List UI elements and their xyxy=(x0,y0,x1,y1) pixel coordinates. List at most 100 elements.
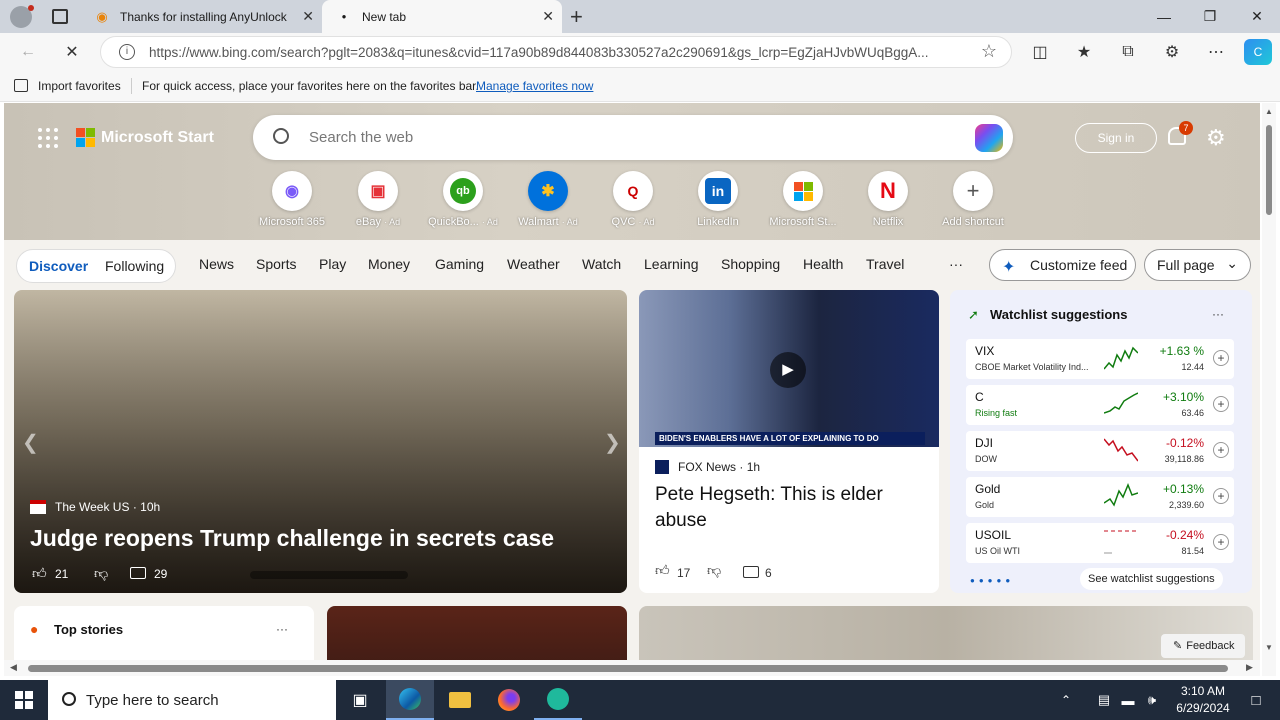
close-window-icon[interactable]: ✕ xyxy=(1234,0,1280,33)
volume-icon[interactable]: 🕪︎ xyxy=(1140,680,1164,720)
edge-icon[interactable] xyxy=(386,680,434,720)
shortcut-qvc[interactable]: Q QVC · Ad xyxy=(593,171,673,228)
nav-sports[interactable]: Sports xyxy=(256,256,296,272)
close-tab-icon[interactable]: ✕ xyxy=(542,8,554,25)
main-story-card[interactable]: ❮ ❯ The Week US · 10h Judge reopens Trum… xyxy=(14,290,627,593)
nav-more-button[interactable]: ··· xyxy=(949,256,963,272)
firefox-icon[interactable] xyxy=(485,680,533,720)
nav-weather[interactable]: Weather xyxy=(507,256,560,272)
story-headline[interactable]: Judge reopens Trump challenge in secrets… xyxy=(30,525,554,552)
shortcut-quickbooks[interactable]: qb QuickBo... · Ad xyxy=(423,171,503,228)
copilot-search-icon[interactable] xyxy=(975,124,1003,152)
tab-actions-icon[interactable] xyxy=(52,9,68,24)
favorites-icon[interactable]: ★ xyxy=(1070,39,1098,65)
show-hidden-icons[interactable]: ⌃ xyxy=(1054,680,1078,720)
nav-gaming[interactable]: Gaming xyxy=(435,256,484,272)
shortcut-walmart[interactable]: ✱ Walmart · Ad xyxy=(508,171,588,228)
comment-icon[interactable] xyxy=(743,566,759,578)
app-launcher-icon[interactable] xyxy=(38,128,58,148)
back-icon[interactable]: ← xyxy=(14,39,42,65)
add-to-watchlist-icon[interactable]: + xyxy=(1213,534,1229,550)
shortcut-microsoft-365[interactable]: ◉ Microsoft 365 xyxy=(252,171,332,228)
nav-money[interactable]: Money xyxy=(368,256,410,272)
layout-dropdown[interactable]: Full page ⌄ xyxy=(1144,249,1251,281)
task-view-icon[interactable]: ▣ xyxy=(336,680,384,720)
add-to-watchlist-icon[interactable]: + xyxy=(1213,350,1229,366)
restore-icon[interactable]: ❐ xyxy=(1187,0,1233,33)
favorite-star-icon[interactable]: ☆ xyxy=(981,41,997,62)
file-explorer-icon[interactable] xyxy=(436,680,484,720)
nav-health[interactable]: Health xyxy=(803,256,843,272)
copilot-icon[interactable]: C xyxy=(1244,39,1272,65)
vertical-scrollbar[interactable]: ▲ ▼ xyxy=(1262,103,1276,676)
sign-in-button[interactable]: Sign in xyxy=(1075,123,1157,153)
tab-discover[interactable]: Discover xyxy=(29,258,88,274)
address-bar[interactable]: i https://www.bing.com/search?pglt=2083&… xyxy=(100,36,1012,68)
wifi-status-icon[interactable]: ▬ xyxy=(1116,680,1140,720)
minimize-icon[interactable]: — xyxy=(1141,0,1187,33)
network-icon[interactable]: ▤ xyxy=(1092,680,1116,720)
customize-feed-button[interactable]: ✦ Customize feed xyxy=(989,249,1136,281)
tab-following[interactable]: Following xyxy=(105,258,164,274)
settings-gear-icon[interactable]: ⚙ xyxy=(1206,125,1226,151)
manage-favorites-link[interactable]: Manage favorites now xyxy=(476,79,593,93)
add-to-watchlist-icon[interactable]: + xyxy=(1213,396,1229,412)
stop-loading-icon[interactable]: ✕ xyxy=(58,39,86,65)
shortcut-linkedin[interactable]: in LinkedIn xyxy=(678,171,758,228)
nav-travel[interactable]: Travel xyxy=(866,256,904,272)
close-tab-icon[interactable]: ✕ xyxy=(302,8,314,25)
scrollbar-thumb[interactable] xyxy=(1266,125,1272,215)
anyunlock-icon[interactable] xyxy=(534,680,582,720)
carousel-dots[interactable] xyxy=(250,571,408,579)
add-to-watchlist-icon[interactable]: + xyxy=(1213,442,1229,458)
dislike-icon[interactable]: 👎︎ xyxy=(707,562,721,579)
collections-icon[interactable]: ⧉ xyxy=(1114,39,1142,65)
nav-watch[interactable]: Watch xyxy=(582,256,621,272)
scroll-left-icon[interactable]: ◀ xyxy=(10,662,17,673)
tab-new-tab[interactable]: ● New tab ✕ xyxy=(322,0,562,33)
watchlist-row-c[interactable]: C Rising fast +3.10% 63.46 + xyxy=(966,385,1234,425)
like-icon[interactable]: 👍︎ xyxy=(32,565,47,582)
scroll-down-icon[interactable]: ▼ xyxy=(1265,643,1273,652)
windows-start-icon[interactable] xyxy=(0,680,48,720)
tab-anyunlock[interactable]: ◉ Thanks for installing AnyUnlock ✕ xyxy=(84,0,322,33)
extensions-icon[interactable]: ⚙ xyxy=(1158,39,1186,65)
new-tab-icon[interactable]: + xyxy=(570,4,583,30)
watchlist-row-gold[interactable]: Gold Gold +0.13% 2,339.60 + xyxy=(966,477,1234,517)
notification-center-icon[interactable]: □ xyxy=(1232,680,1280,720)
nav-learning[interactable]: Learning xyxy=(644,256,699,272)
watchlist-row-dji[interactable]: DJI DOW -0.12% 39,118.86 + xyxy=(966,431,1234,471)
microsoft-start-logo[interactable]: Microsoft Start xyxy=(76,128,214,147)
carousel-next-icon[interactable]: ❯ xyxy=(604,430,621,455)
horizontal-scrollbar[interactable]: ◀ ▶ xyxy=(4,660,1260,676)
play-icon[interactable]: ▶ xyxy=(770,352,806,388)
import-favorites-button[interactable]: Import favorites xyxy=(38,79,121,93)
watchlist-row-vix[interactable]: VIX CBOE Market Volatility Ind... +1.63 … xyxy=(966,339,1234,379)
scroll-up-icon[interactable]: ▲ xyxy=(1265,107,1273,116)
add-shortcut-button[interactable]: + Add shortcut xyxy=(933,171,1013,228)
scrollbar-thumb[interactable] xyxy=(28,665,1228,672)
nav-shopping[interactable]: Shopping xyxy=(721,256,780,272)
carousel-prev-icon[interactable]: ❮ xyxy=(22,430,39,455)
dislike-icon[interactable]: 👎︎ xyxy=(94,565,108,582)
clock[interactable]: 3:10 AM 6/29/2024 xyxy=(1166,683,1240,717)
shortcut-ebay[interactable]: ▣ eBay · Ad xyxy=(338,171,418,228)
watchlist-row-usoil[interactable]: USOIL US Oil WTI -0.24% 81.54 + xyxy=(966,523,1234,563)
split-screen-icon[interactable]: ◫ xyxy=(1026,39,1054,65)
nav-play[interactable]: Play xyxy=(319,256,346,272)
fox-story-card[interactable]: BIDEN'S ENABLERS HAVE A LOT OF EXPLAININ… xyxy=(639,290,939,593)
see-watchlist-button[interactable]: See watchlist suggestions xyxy=(1080,568,1223,590)
web-search-box[interactable]: Search the web xyxy=(253,115,1013,160)
watchlist-pager-dots[interactable]: ●●●●● xyxy=(970,576,1014,585)
nav-news[interactable]: News xyxy=(199,256,234,272)
settings-menu-icon[interactable]: ⋯ xyxy=(1202,39,1230,65)
shortcut-microsoft-store[interactable]: Microsoft St... xyxy=(763,171,843,228)
comment-icon[interactable] xyxy=(130,567,146,579)
like-icon[interactable]: 👍︎ xyxy=(655,562,670,579)
info-icon[interactable]: i xyxy=(119,44,135,60)
taskbar-search-box[interactable]: Type here to search xyxy=(48,680,336,720)
add-to-watchlist-icon[interactable]: + xyxy=(1213,488,1229,504)
shortcut-netflix[interactable]: N Netflix xyxy=(848,171,928,228)
feedback-button[interactable]: ✎ Feedback xyxy=(1161,634,1245,658)
watchlist-more-button[interactable]: ··· xyxy=(1212,307,1224,321)
